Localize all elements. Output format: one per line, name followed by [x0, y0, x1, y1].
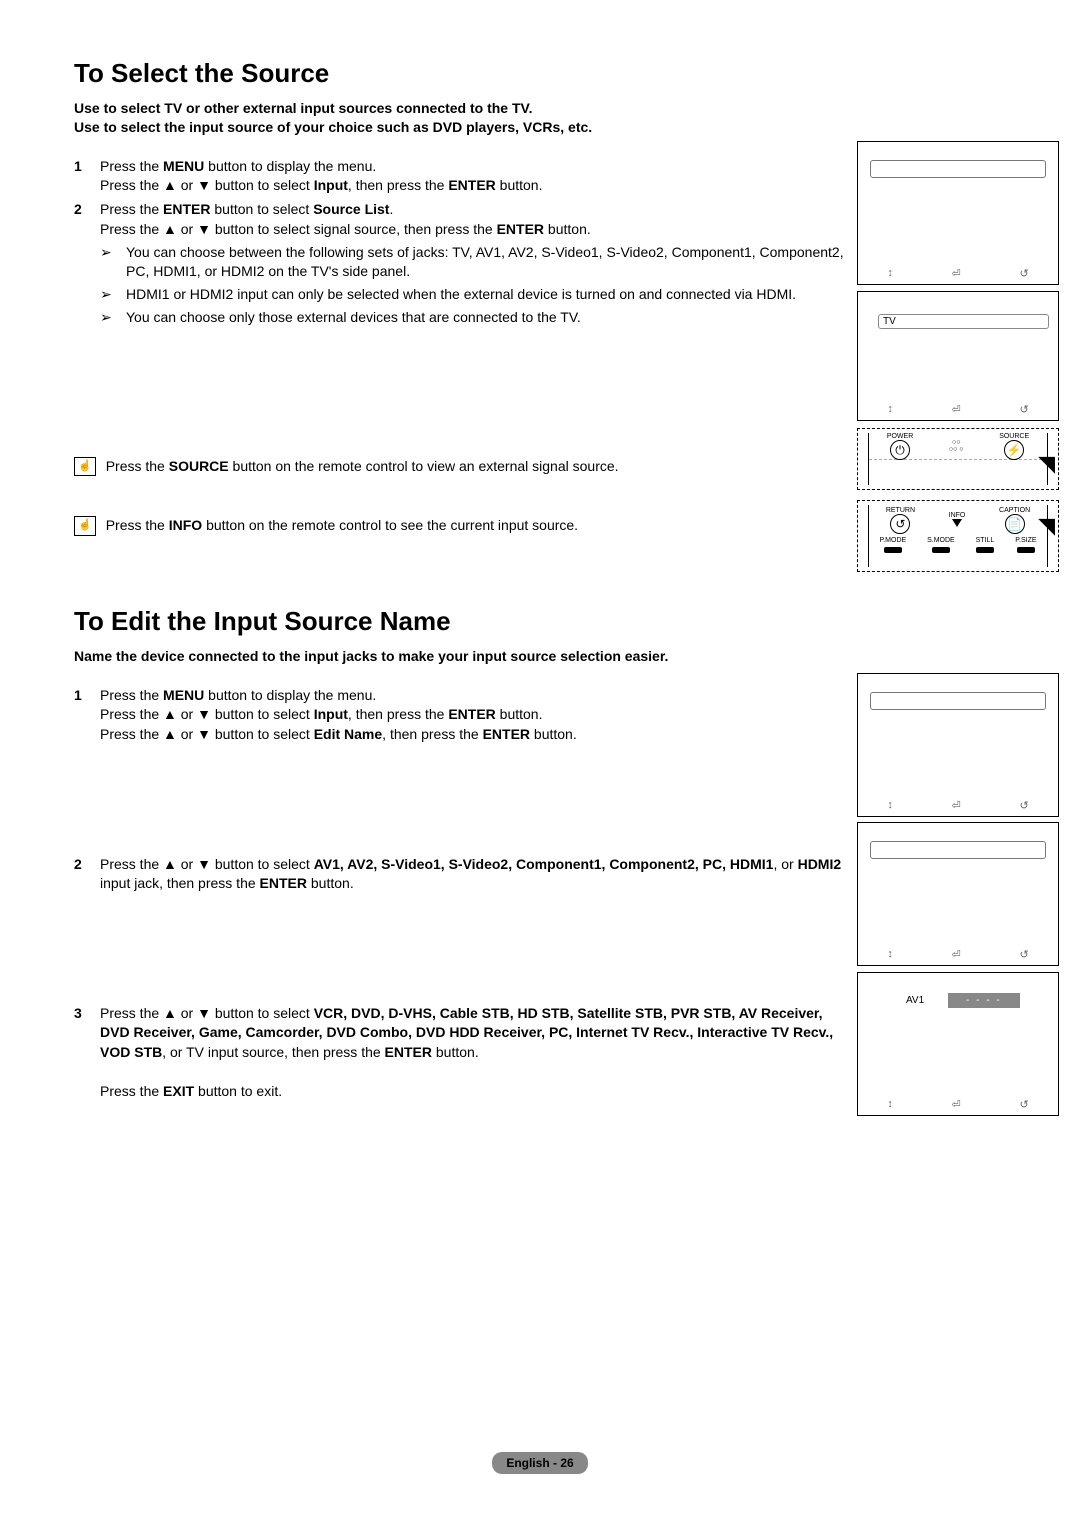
psize-button	[1017, 547, 1035, 553]
osd-figure-1: ↕ ⏎ ↺	[857, 141, 1059, 285]
section-title: To Edit the Input Source Name	[74, 606, 844, 637]
return-icon: ↺	[1019, 1098, 1028, 1111]
move-icon: ↕	[887, 267, 893, 280]
remote-figure-1: POWER⏻ ○○○○ ○ SOURCE⚡ ◥	[857, 428, 1059, 490]
down-arrow-icon	[952, 519, 962, 527]
section-title: To Select the Source	[74, 58, 844, 89]
arrow-icon: ◥	[1038, 451, 1055, 477]
step-1: 1 Press the MENU button to display the m…	[74, 157, 844, 196]
section-intro: Name the device connected to the input j…	[74, 647, 844, 666]
tip-info: ☝ Press the INFO button on the remote co…	[74, 516, 844, 536]
power-icon: ⏻	[890, 440, 910, 460]
move-icon: ↕	[887, 799, 893, 812]
move-icon: ↕	[887, 403, 893, 416]
return-icon: ↺	[1019, 403, 1028, 416]
pmode-button	[884, 547, 902, 553]
notes-list: You can choose between the following set…	[74, 243, 844, 327]
return-icon: ↺	[890, 514, 910, 534]
move-icon: ↕	[887, 948, 893, 961]
smode-button	[932, 547, 950, 553]
step-2: 2 Press the ▲ or ▼ button to select AV1,…	[74, 855, 844, 894]
step-2: 2 Press the ENTER button to select Sourc…	[74, 200, 844, 239]
page-footer: English - 26	[0, 1452, 1080, 1474]
section-intro: Use to select TV or other external input…	[74, 99, 844, 137]
tip-source: ☝ Press the SOURCE button on the remote …	[74, 457, 844, 477]
tv-source-label: TV	[878, 314, 1049, 329]
enter-icon: ⏎	[952, 403, 961, 416]
osd-figure-2: TV ↕ ⏎ ↺	[857, 291, 1059, 421]
return-icon: ↺	[1019, 799, 1028, 812]
enter-icon: ⏎	[952, 267, 961, 280]
source-icon: ⚡	[1004, 440, 1024, 460]
remote-figure-2: RETURN↺ INFO CAPTION📄 ◥ P.MODE S.MODE ST…	[857, 500, 1059, 572]
return-icon: ↺	[1019, 948, 1028, 961]
av1-label: AV1	[906, 995, 924, 1006]
caption-icon: 📄	[1005, 514, 1025, 534]
enter-icon: ⏎	[952, 799, 961, 812]
osd-figure-3: ↕ ⏎ ↺	[857, 673, 1059, 817]
enter-icon: ⏎	[952, 948, 961, 961]
step-3: 3 Press the ▲ or ▼ button to select VCR,…	[74, 1004, 844, 1102]
arrow-icon: ◥	[1038, 513, 1055, 539]
tip-icon: ☝	[74, 457, 96, 476]
tip-icon: ☝	[74, 516, 96, 535]
osd-figure-4: ↕ ⏎ ↺	[857, 822, 1059, 966]
still-button	[976, 547, 994, 553]
av1-value: - - - -	[948, 993, 1020, 1008]
step-1: 1 Press the MENU button to display the m…	[74, 686, 844, 745]
enter-icon: ⏎	[952, 1098, 961, 1111]
return-icon: ↺	[1019, 267, 1028, 280]
osd-figure-5: AV1 - - - - ↕ ⏎ ↺	[857, 972, 1059, 1116]
move-icon: ↕	[887, 1098, 893, 1111]
